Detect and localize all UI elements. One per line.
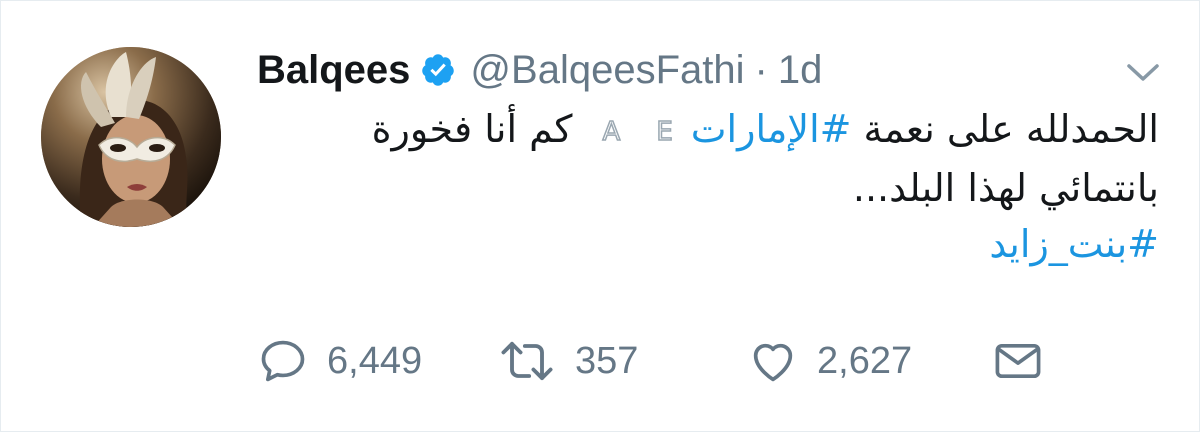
retweet-button[interactable]: 357 — [497, 331, 638, 391]
retweet-count: 357 — [575, 339, 639, 382]
reply-button[interactable]: 6,449 — [257, 331, 422, 391]
chevron-down-icon[interactable] — [1125, 61, 1161, 85]
tweet-card: Balqees @BalqeesFathi · 1d الحمدلله على … — [0, 0, 1200, 432]
verified-badge-icon — [420, 52, 456, 88]
share-button[interactable] — [992, 331, 1044, 391]
separator-dot: · — [754, 47, 768, 92]
tweet-text-segment: الحمدلله على نعمة — [851, 107, 1159, 151]
flag-letter-a: A — [602, 116, 621, 148]
display-name[interactable]: Balqees — [257, 48, 410, 93]
like-button[interactable]: 2,627 — [747, 331, 912, 391]
heart-icon — [753, 343, 793, 382]
user-handle[interactable]: @BalqeesFathi — [470, 48, 744, 93]
retweet-icon — [501, 341, 553, 381]
hashtag-link[interactable]: #الإمارات — [691, 107, 852, 151]
tweet-line-2: بانتمائي لهذا البلد... — [852, 165, 1159, 210]
reply-icon — [261, 340, 305, 382]
tweet-actions: 6,449 357 2,627 — [257, 331, 1057, 391]
reply-count: 6,449 — [327, 339, 423, 382]
tweet-line-3: #بنت_زايد — [259, 216, 1159, 272]
hashtag-link[interactable]: #بنت_زايد — [989, 222, 1159, 266]
timestamp[interactable]: 1d — [778, 48, 823, 93]
flag-letter-e: E — [656, 116, 674, 148]
avatar[interactable] — [41, 47, 221, 227]
tweet-text-segment: كم أنا فخورة — [371, 107, 585, 151]
tweet-text: الحمدلله على نعمة #الإمارات E A كم أنا فخو… — [259, 101, 1159, 272]
tweet-line-1: الحمدلله على نعمة #الإمارات E A كم أنا فخو… — [259, 101, 1159, 160]
like-count: 2,627 — [817, 339, 913, 382]
envelope-icon — [995, 343, 1041, 379]
tweet-header: Balqees @BalqeesFathi · 1d — [257, 45, 822, 95]
